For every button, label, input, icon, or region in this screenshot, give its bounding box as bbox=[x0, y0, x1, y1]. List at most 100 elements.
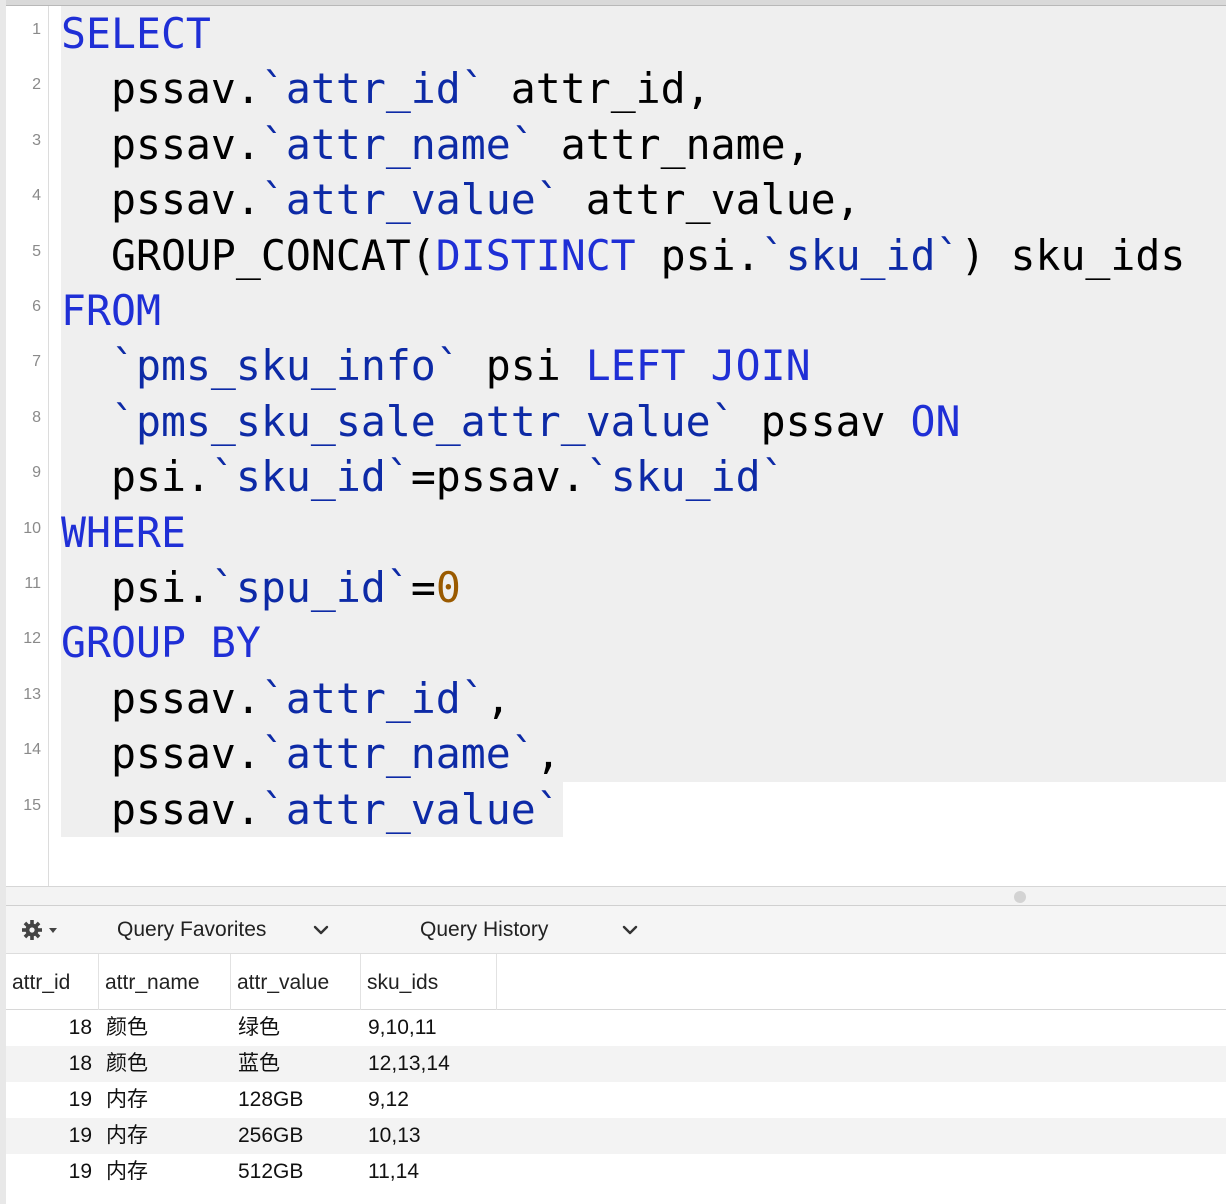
table-row[interactable]: 19 内存 256GB 10,13 bbox=[6, 1118, 1226, 1154]
line-number: 13 bbox=[23, 685, 41, 703]
line-number: 1 bbox=[32, 21, 41, 38]
table-cell-sku-ids: 10,13 bbox=[368, 1124, 421, 1147]
sql-identifier: `attr_name` bbox=[260, 119, 536, 169]
code-line[interactable]: pssav.`attr_name`, bbox=[61, 726, 1226, 782]
sql-text: attr_id, bbox=[485, 64, 711, 114]
gear-icon bbox=[22, 920, 57, 940]
query-favorites-menu[interactable]: Query Favorites bbox=[117, 906, 266, 954]
code-line[interactable]: `pms_sku_sale_attr_value` pssav ON bbox=[61, 393, 1226, 450]
code-line[interactable]: pssav.`attr_name` attr_name, bbox=[61, 116, 1226, 173]
table-cell-attr-value: 256GB bbox=[238, 1124, 304, 1147]
line-number: 7 bbox=[32, 353, 41, 371]
column-header-sku-ids[interactable]: sku_ids bbox=[361, 954, 497, 1010]
query-favorites-label: Query Favorites bbox=[117, 918, 267, 941]
line-number: 3 bbox=[32, 131, 41, 149]
table-cell-attr-name: 颜色 bbox=[106, 1052, 148, 1075]
sql-identifier: `attr_name` bbox=[260, 729, 536, 779]
sql-keyword: SELECT bbox=[61, 9, 211, 58]
table-cell-attr-value: 512GB bbox=[238, 1160, 304, 1183]
code-line[interactable]: pssav.`attr_id`, bbox=[61, 670, 1226, 727]
table-cell-attr-id: 18 bbox=[68, 1016, 92, 1039]
column-header-attr-id[interactable]: attr_id bbox=[6, 954, 99, 1010]
line-number: 9 bbox=[32, 464, 41, 482]
sql-identifier: `spu_id` bbox=[210, 563, 411, 612]
line-number: 8 bbox=[32, 408, 41, 426]
table-cell-attr-value: 绿色 bbox=[238, 1016, 280, 1039]
table-row[interactable]: 19 内存 512GB 11,14 bbox=[6, 1154, 1226, 1190]
sql-identifier: `sku_id` bbox=[585, 452, 786, 502]
code-area[interactable]: SELECT pssav.`attr_id` attr_id, pssav.`a… bbox=[61, 6, 1226, 886]
sql-keyword: WHERE bbox=[61, 507, 186, 557]
table-cell-attr-name: 颜色 bbox=[106, 1016, 148, 1039]
sql-text: pssav bbox=[735, 396, 911, 446]
sql-keyword: LEFT JOIN bbox=[585, 341, 811, 391]
sql-identifier: `pms_sku_info` bbox=[110, 341, 461, 391]
code-line[interactable]: GROUP_CONCAT(DISTINCT psi.`sku_id`) sku_… bbox=[61, 227, 1226, 283]
code-line[interactable]: pssav.`attr_id` attr_id, bbox=[61, 61, 1226, 117]
sql-text: psi. bbox=[635, 230, 761, 280]
sql-text: = bbox=[410, 563, 436, 612]
sql-text: psi. bbox=[61, 452, 211, 502]
query-history-menu[interactable]: Query History bbox=[420, 906, 548, 954]
table-cell-attr-name: 内存 bbox=[106, 1088, 148, 1111]
code-line[interactable]: FROM bbox=[61, 283, 1226, 339]
line-number: 2 bbox=[32, 76, 41, 94]
sql-identifier: `attr_id` bbox=[260, 673, 486, 723]
code-line[interactable]: psi.`spu_id`=0 bbox=[61, 560, 1226, 616]
sql-identifier: `sku_id` bbox=[210, 452, 411, 502]
query-history-label: Query History bbox=[420, 918, 549, 941]
sql-text: pssav. bbox=[61, 119, 261, 169]
table-cell-attr-value: 128GB bbox=[238, 1088, 304, 1111]
sql-identifier: `attr_value` bbox=[260, 784, 561, 834]
code-line[interactable]: GROUP BY bbox=[61, 615, 1226, 671]
table-row[interactable]: 18 颜色 蓝色 12,13,14 bbox=[6, 1046, 1226, 1082]
sql-editor[interactable]: 1 2 3 4 5 6 7 8 9 10 11 12 13 14 15 SELECT pssav.`attr… bbox=[6, 6, 1226, 886]
sql-text: =pssav. bbox=[410, 452, 586, 502]
gear-menu-button[interactable] bbox=[20, 906, 60, 954]
table-header: attr_id attr_name attr_value sku_ids bbox=[6, 954, 1226, 1010]
column-header-attr-name[interactable]: attr_name bbox=[99, 954, 231, 1010]
line-number: 6 bbox=[32, 298, 41, 315]
sql-keyword: DISTINCT bbox=[435, 230, 636, 280]
code-line[interactable]: psi.`sku_id`=pssav.`sku_id` bbox=[61, 449, 1226, 505]
sql-identifier: `sku_id` bbox=[760, 230, 961, 280]
splitter-handle[interactable] bbox=[1014, 891, 1026, 903]
table-cell-sku-ids: 11,14 bbox=[368, 1160, 419, 1183]
table-cell-attr-id: 19 bbox=[68, 1124, 92, 1147]
sql-text: ) sku_ids bbox=[960, 230, 1186, 280]
query-toolbar: Query Favorites Query History bbox=[6, 906, 1226, 954]
sql-text: attr_value, bbox=[560, 175, 861, 225]
pane-splitter[interactable] bbox=[6, 886, 1226, 906]
line-number: 10 bbox=[23, 519, 41, 537]
sql-text: pssav. bbox=[61, 729, 261, 779]
results-table: attr_id attr_name attr_value sku_ids 18 颜… bbox=[6, 954, 1226, 1204]
sql-identifier: `attr_value` bbox=[260, 175, 561, 225]
code-line[interactable]: SELECT bbox=[61, 6, 1226, 62]
table-cell-attr-value: 蓝色 bbox=[238, 1052, 280, 1075]
chevron-down-icon[interactable] bbox=[312, 918, 330, 942]
code-line[interactable]: pssav.`attr_value` bbox=[61, 781, 563, 837]
sql-keyword: ON bbox=[910, 396, 961, 446]
column-header-attr-value[interactable]: attr_value bbox=[231, 954, 361, 1010]
code-line[interactable]: `pms_sku_info` psi LEFT JOIN bbox=[61, 338, 1226, 394]
sql-number: 0 bbox=[435, 563, 461, 612]
code-line[interactable]: WHERE bbox=[61, 504, 1226, 560]
sql-text: psi. bbox=[61, 563, 211, 612]
line-number: 12 bbox=[23, 630, 41, 648]
line-number: 5 bbox=[32, 242, 41, 260]
sql-text: GROUP_CONCAT( bbox=[61, 230, 436, 280]
chevron-down-icon[interactable] bbox=[621, 918, 639, 942]
table-cell-sku-ids: 12,13,14 bbox=[368, 1052, 450, 1075]
table-cell-sku-ids: 9,12 bbox=[368, 1088, 409, 1111]
code-line[interactable]: pssav.`attr_value` attr_value, bbox=[61, 172, 1226, 228]
line-number: 14 bbox=[23, 741, 41, 759]
line-number: 15 bbox=[23, 796, 41, 814]
table-cell-attr-id: 19 bbox=[68, 1160, 92, 1183]
table-cell-attr-id: 19 bbox=[68, 1088, 92, 1111]
table-row[interactable]: 18 颜色 绿色 9,10,11 bbox=[6, 1010, 1226, 1046]
sql-text: attr_name, bbox=[535, 119, 811, 169]
sql-text: pssav. bbox=[61, 64, 261, 114]
line-number: 4 bbox=[32, 187, 41, 205]
table-row[interactable]: 19 内存 128GB 9,12 bbox=[6, 1082, 1226, 1118]
